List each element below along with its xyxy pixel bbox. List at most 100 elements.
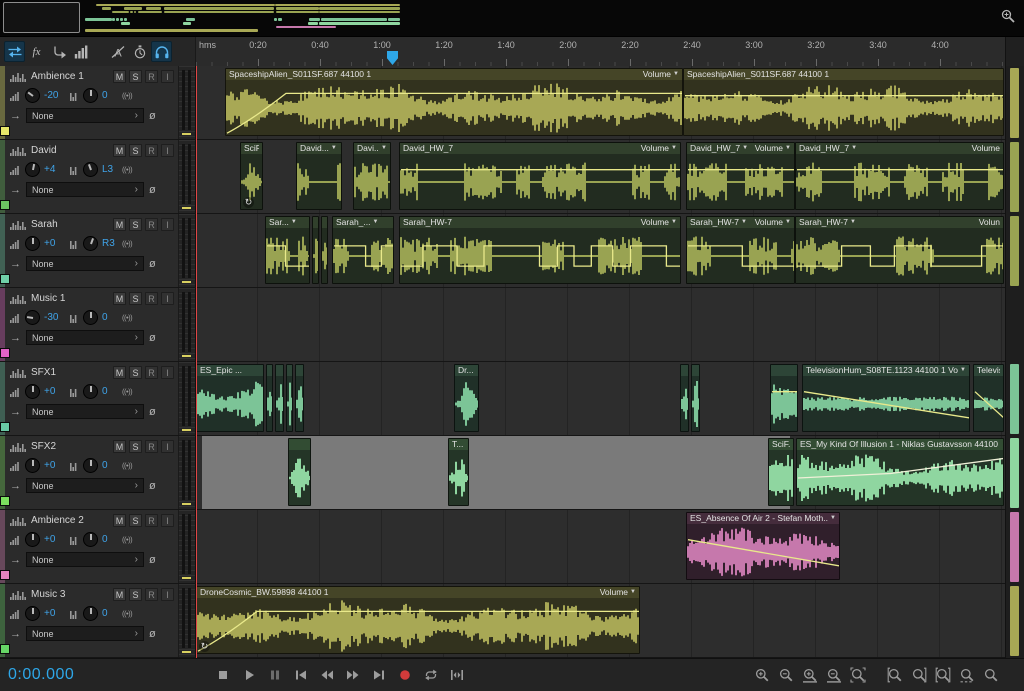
audio-clip[interactable] xyxy=(295,364,304,432)
track-r-button[interactable]: R xyxy=(145,514,158,527)
pan-knob[interactable] xyxy=(83,162,98,177)
audio-clip[interactable]: David_HW_7▼Volume xyxy=(795,142,1004,210)
audio-clip[interactable] xyxy=(275,364,284,432)
track-color-chip[interactable] xyxy=(0,644,10,654)
track-s-button[interactable]: S xyxy=(129,218,142,231)
pan-knob[interactable] xyxy=(83,310,98,325)
track-m-button[interactable]: M xyxy=(113,70,126,83)
track-m-button[interactable]: M xyxy=(113,440,126,453)
track-m-button[interactable]: M xyxy=(113,366,126,379)
audio-clip[interactable] xyxy=(321,216,328,284)
zoom-out-full-button[interactable] xyxy=(848,666,867,685)
routing-select[interactable]: None› xyxy=(26,552,144,567)
audio-clip[interactable] xyxy=(286,364,293,432)
clip-volume-label[interactable]: Volume▼ xyxy=(643,69,679,80)
dropdown-caret-icon[interactable]: ▼ xyxy=(742,143,748,154)
track-s-button[interactable]: S xyxy=(129,366,142,379)
monitor-input-icon[interactable]: ((•)) xyxy=(122,461,132,470)
audio-clip[interactable]: ES_Absence Of Air 2 - Stefan Moth...▼ xyxy=(686,512,840,580)
audio-clip[interactable]: Davi...▼ xyxy=(353,142,391,210)
volume-knob[interactable] xyxy=(25,310,40,325)
track-r-button[interactable]: R xyxy=(145,588,158,601)
monitor-input-icon[interactable]: ((•)) xyxy=(122,535,132,544)
track-i-button[interactable]: I xyxy=(161,144,174,157)
zoom-in-time-button[interactable] xyxy=(800,666,819,685)
timeline-ruler[interactable]: hms 0:200:401:001:201:402:002:202:403:00… xyxy=(196,37,1006,66)
track-name-label[interactable]: Sarah xyxy=(31,219,58,230)
audio-clip[interactable]: Sarah_HW-7▼Volume▼ xyxy=(686,216,795,284)
audio-clip[interactable]: T... xyxy=(448,438,469,506)
track-s-button[interactable]: S xyxy=(129,440,142,453)
pan-knob[interactable] xyxy=(83,236,98,251)
clip-volume-label[interactable]: Volume▼ xyxy=(641,143,677,154)
clip-volume-label[interactable]: Volume▼ xyxy=(755,143,791,154)
play-button[interactable] xyxy=(240,666,258,684)
phase-invert-icon[interactable]: ø xyxy=(149,406,156,418)
routing-select[interactable]: None› xyxy=(26,626,144,641)
pan-knob[interactable] xyxy=(83,384,98,399)
track-color-chip[interactable] xyxy=(0,348,10,358)
fast-forward-button[interactable] xyxy=(344,666,362,684)
track-s-button[interactable]: S xyxy=(129,292,142,305)
audio-clip[interactable]: SciF... xyxy=(768,438,794,506)
zoom-out-button[interactable] xyxy=(776,666,795,685)
audio-clip[interactable]: SpaceshipAlien_S011SF.687 44100 1Volume▼ xyxy=(225,68,683,136)
dropdown-caret-icon[interactable]: ▼ xyxy=(960,365,966,376)
audio-clip[interactable]: Sarah_HW-7Volume▼ xyxy=(399,216,681,284)
track-lane[interactable]: Sar...▼Sarah_...▼Sarah_HW-7Volume▼Sarah_… xyxy=(196,214,1006,287)
track-color-chip[interactable] xyxy=(0,200,10,210)
monitor-input-icon[interactable]: ((•)) xyxy=(122,165,132,174)
loop-playback-button[interactable] xyxy=(422,666,440,684)
track-s-button[interactable]: S xyxy=(129,588,142,601)
track-m-button[interactable]: M xyxy=(113,588,126,601)
go-to-end-button[interactable] xyxy=(370,666,388,684)
pan-knob[interactable] xyxy=(83,606,98,621)
track-i-button[interactable]: I xyxy=(161,588,174,601)
track-m-button[interactable]: M xyxy=(113,292,126,305)
dropdown-caret-icon[interactable]: ▼ xyxy=(291,217,297,228)
audio-clip[interactable]: ES_Epic ... xyxy=(196,364,264,432)
track-r-button[interactable]: R xyxy=(145,218,158,231)
record-button[interactable] xyxy=(396,666,414,684)
routing-select[interactable]: None› xyxy=(26,478,144,493)
move-tool-button[interactable] xyxy=(4,41,25,62)
navigator-zoom-icon[interactable] xyxy=(1000,8,1018,26)
track-name-label[interactable]: Music 3 xyxy=(31,589,65,600)
monitor-input-icon[interactable]: ((•)) xyxy=(122,239,132,248)
session-overview-navigator[interactable] xyxy=(0,0,1024,37)
phase-invert-icon[interactable]: ø xyxy=(149,628,156,640)
volume-knob[interactable] xyxy=(25,162,40,177)
rewind-button[interactable] xyxy=(318,666,336,684)
volume-knob[interactable] xyxy=(25,458,40,473)
track-s-button[interactable]: S xyxy=(129,144,142,157)
track-r-button[interactable]: R xyxy=(145,292,158,305)
dropdown-caret-icon[interactable]: ▼ xyxy=(673,69,679,80)
monitor-input-icon[interactable]: ((•)) xyxy=(122,91,132,100)
track-i-button[interactable]: I xyxy=(161,366,174,379)
track-color-chip[interactable] xyxy=(0,274,10,284)
clip-volume-label[interactable]: Volun xyxy=(979,217,1000,228)
track-lane[interactable]: SpaceshipAlien_S011SF.687 44100 1Volume▼… xyxy=(196,66,1006,139)
track-i-button[interactable]: I xyxy=(161,514,174,527)
pause-button[interactable] xyxy=(266,666,284,684)
volume-knob[interactable] xyxy=(25,532,40,547)
track-m-button[interactable]: M xyxy=(113,144,126,157)
track-i-button[interactable]: I xyxy=(161,440,174,453)
track-name-label[interactable]: Ambience 2 xyxy=(31,515,84,526)
dropdown-caret-icon[interactable]: ▼ xyxy=(373,217,379,228)
audio-clip[interactable] xyxy=(312,216,319,284)
monitor-input-icon[interactable]: ((•)) xyxy=(122,313,132,322)
audio-clip[interactable]: TelevisionHum_S08TE.1123 44100 1 Vol...▼ xyxy=(802,364,970,432)
track-m-button[interactable]: M xyxy=(113,218,126,231)
track-r-button[interactable]: R xyxy=(145,440,158,453)
audio-clip[interactable]: DroneCosmic_BW.59898 44100 1Volume▼↻ xyxy=(196,586,640,654)
track-s-button[interactable]: S xyxy=(129,70,142,83)
dropdown-caret-icon[interactable]: ▼ xyxy=(741,217,747,228)
routing-select[interactable]: None› xyxy=(26,256,144,271)
track-color-chip[interactable] xyxy=(0,422,10,432)
volume-knob[interactable] xyxy=(25,606,40,621)
audio-clip[interactable]: ES_My Kind Of Illusion 1 - Niklas Gustav… xyxy=(796,438,1004,506)
volume-knob[interactable] xyxy=(25,236,40,251)
skip-selection-button[interactable] xyxy=(448,666,466,684)
track-lane[interactable]: T... SciF...ES_My Kind Of Illusion 1 - Ni… xyxy=(196,436,1006,509)
